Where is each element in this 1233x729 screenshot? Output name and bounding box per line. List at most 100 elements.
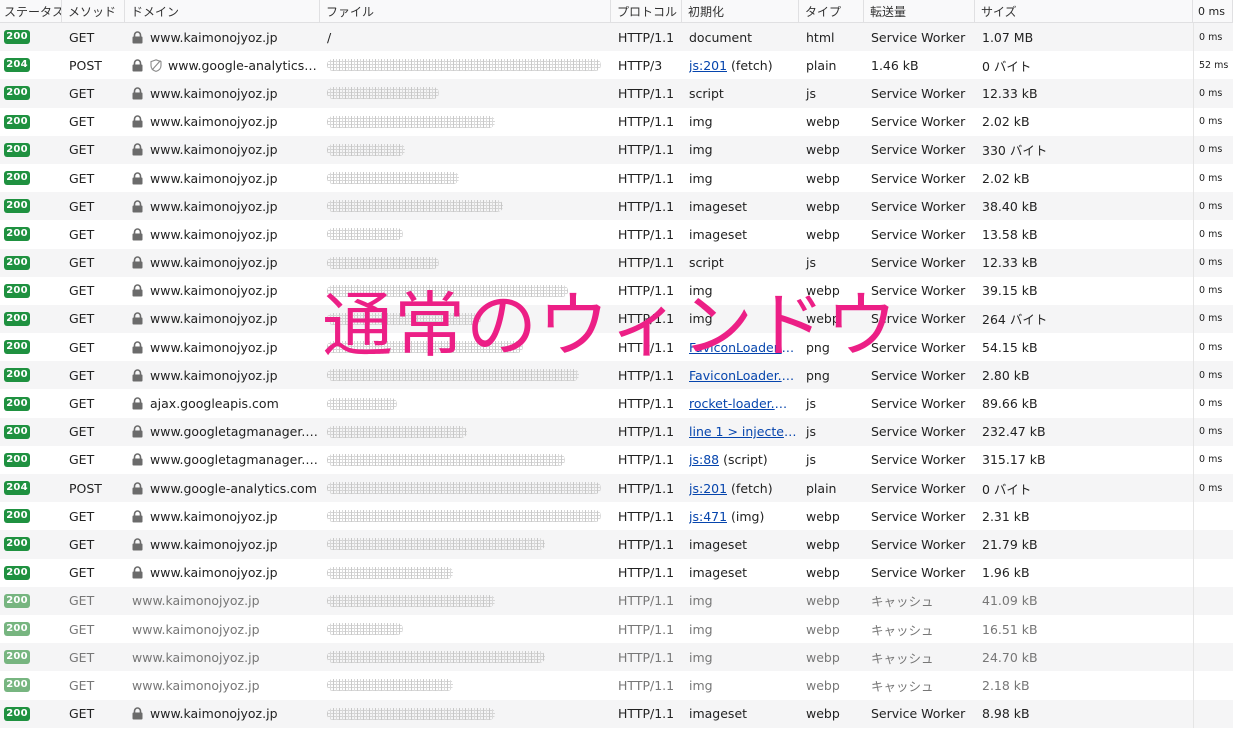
type-cell: webp: [806, 536, 840, 552]
domain-text: ajax.googleapis.com: [150, 396, 279, 412]
initiator-cell: js:201 (fetch): [682, 474, 799, 502]
table-row[interactable]: 200 GET www.kaimonojyoz.jp HTTP/1.1 imageset…: [0, 192, 1233, 221]
redacted-file-name: [327, 228, 403, 241]
lock-icon: [132, 171, 143, 185]
column-header-initiator[interactable]: 初期化: [682, 0, 799, 22]
initiator-text: imageset: [689, 198, 748, 214]
file-cell: [320, 192, 611, 220]
protocol-cell: HTTP/1.1: [618, 593, 675, 609]
initiator-link[interactable]: line 1 > injected...: [689, 424, 799, 439]
table-row[interactable]: 200 GET www.googletagmanager.co... HTTP/1.1…: [0, 445, 1233, 474]
protocol-cell: HTTP/1.1: [618, 339, 675, 355]
column-header-status[interactable]: ステータス: [0, 0, 62, 22]
table-row[interactable]: 200 GET www.kaimonojyoz.jp HTTP/1.1 imageset…: [0, 699, 1233, 728]
status-badge: 200: [4, 509, 30, 524]
timing-cell: 0 ms: [1193, 417, 1233, 446]
initiator-link[interactable]: js:201: [689, 58, 727, 73]
table-row[interactable]: 200 GET www.kaimonojyoz.jp HTTP/1.1 img webp S…: [0, 163, 1233, 193]
table-row[interactable]: 200 GET www.kaimonojyoz.jp HTTP/1.1 FaviconL…: [0, 333, 1233, 362]
method-cell: GET: [69, 649, 95, 665]
redacted-file-name: [327, 425, 467, 438]
table-row[interactable]: 200 GET www.kaimonojyoz.jp HTTP/1.1 imageset…: [0, 530, 1233, 559]
lock-icon: [132, 284, 143, 297]
table-row[interactable]: 200 GET ajax.googleapis.com HTTP/1.1 rocket-…: [0, 389, 1233, 418]
initiator-link[interactable]: FaviconLoader.sy...: [689, 368, 799, 383]
initiator-text: imageset: [689, 565, 748, 581]
initiator-cell: imageset: [682, 700, 799, 728]
file-cell: [320, 530, 611, 558]
method-cell: GET: [69, 593, 95, 609]
initiator-link[interactable]: rocket-loader.mi...: [689, 396, 799, 411]
domain-cell: www.kaimonojyoz.jp: [125, 700, 320, 728]
table-row[interactable]: 200 GET www.kaimonojyoz.jp HTTP/1.1 img webp キ…: [0, 671, 1233, 700]
method-cell: GET: [69, 198, 95, 214]
column-header-file[interactable]: ファイル: [320, 0, 611, 22]
table-row[interactable]: 200 GET www.kaimonojyoz.jp HTTP/1.1 img webp S…: [0, 135, 1233, 164]
type-cell: webp: [806, 677, 840, 693]
status-cell: 200: [0, 305, 62, 333]
table-row[interactable]: 200 GET www.kaimonojyoz.jp / HTTP/1.1 documen…: [0, 23, 1233, 52]
table-row[interactable]: 200 GET www.kaimonojyoz.jp HTTP/1.1 img webp キ…: [0, 586, 1233, 615]
transferred-cell: Service Worker: [871, 536, 966, 552]
file-cell: /: [320, 23, 611, 51]
table-row[interactable]: 204 POST www.google-analytics.com HTTP/1.1 j…: [0, 474, 1233, 503]
redacted-file-name: [327, 651, 545, 664]
status-cell: 200: [0, 643, 62, 671]
initiator-link[interactable]: js:471: [689, 509, 727, 524]
table-row[interactable]: 200 GET www.kaimonojyoz.jp HTTP/1.1 img webp S…: [0, 304, 1233, 334]
status-badge: 200: [4, 537, 30, 552]
column-header-transferred[interactable]: 転送量: [864, 0, 975, 22]
timing-cell: [1193, 699, 1233, 728]
status-cell: 200: [0, 108, 62, 136]
file-cell: [320, 389, 611, 417]
domain-text: www.kaimonojyoz.jp: [150, 339, 278, 355]
lock-icon: [132, 87, 143, 100]
protocol-cell: HTTP/1.1: [618, 226, 675, 242]
table-row[interactable]: 200 GET www.kaimonojyoz.jp HTTP/1.1 script js…: [0, 79, 1233, 108]
initiator-link[interactable]: js:201: [689, 481, 727, 496]
table-row[interactable]: 200 GET www.kaimonojyoz.jp HTTP/1.1 FaviconL…: [0, 361, 1233, 390]
column-header-size[interactable]: サイズ: [975, 0, 1193, 22]
protocol-cell: HTTP/1.1: [618, 508, 675, 524]
table-row[interactable]: 200 GET www.kaimonojyoz.jp HTTP/1.1 img webp キ…: [0, 614, 1233, 644]
table-row[interactable]: 200 GET www.googletagmanager.co... HTTP/1.1…: [0, 417, 1233, 446]
file-cell: [320, 164, 611, 192]
transferred-cell: Service Worker: [871, 170, 966, 186]
table-row[interactable]: 204 POST www.google-analytics.c... HTTP/3 js…: [0, 51, 1233, 80]
redacted-file-name: [327, 510, 601, 523]
status-badge: 204: [4, 58, 30, 73]
table-row[interactable]: 200 GET www.kaimonojyoz.jp HTTP/1.1 script js…: [0, 248, 1233, 277]
protocol-cell: HTTP/1.1: [618, 452, 675, 468]
initiator-text: script: [689, 255, 724, 271]
table-row[interactable]: 200 GET www.kaimonojyoz.jp HTTP/1.1 img webp S…: [0, 276, 1233, 305]
transferred-cell: Service Worker: [871, 565, 966, 581]
table-row[interactable]: 200 GET www.kaimonojyoz.jp HTTP/1.1 img webp S…: [0, 107, 1233, 136]
timing-cell: 0 ms: [1193, 23, 1233, 52]
initiator-suffix: (fetch): [727, 480, 773, 496]
domain-cell: www.kaimonojyoz.jp: [125, 164, 320, 192]
file-cell: [320, 474, 611, 502]
table-row[interactable]: 200 GET www.kaimonojyoz.jp HTTP/1.1 img webp キ…: [0, 643, 1233, 672]
method-cell: GET: [69, 226, 95, 242]
type-cell: webp: [806, 170, 840, 186]
size-cell: 21.79 kB: [982, 536, 1038, 552]
table-row[interactable]: 200 GET www.kaimonojyoz.jp HTTP/1.1 imageset…: [0, 220, 1233, 249]
column-header-method[interactable]: メソッド: [62, 0, 125, 22]
protocol-cell: HTTP/1.1: [618, 85, 675, 101]
type-cell: webp: [806, 649, 840, 665]
table-row[interactable]: 200 GET www.kaimonojyoz.jp HTTP/1.1 js:471 (…: [0, 502, 1233, 531]
column-header-timeline[interactable]: 0 ms: [1193, 0, 1233, 22]
table-row[interactable]: 200 GET www.kaimonojyoz.jp HTTP/1.1 imageset…: [0, 558, 1233, 587]
column-header-type[interactable]: タイプ: [799, 0, 864, 22]
domain-text: www.kaimonojyoz.jp: [150, 142, 278, 158]
type-cell: js: [806, 255, 816, 271]
initiator-link[interactable]: FaviconLoader.sy...: [689, 340, 799, 355]
column-header-protocol[interactable]: プロトコル: [611, 0, 682, 22]
initiator-text: img: [689, 283, 713, 299]
size-cell: 1.07 MB: [982, 29, 1034, 45]
transferred-cell: キャッシュ: [871, 650, 934, 666]
column-header-domain[interactable]: ドメイン: [125, 0, 320, 22]
status-badge: 200: [4, 171, 30, 186]
status-cell: 200: [0, 530, 62, 558]
initiator-link[interactable]: js:88: [689, 452, 719, 467]
